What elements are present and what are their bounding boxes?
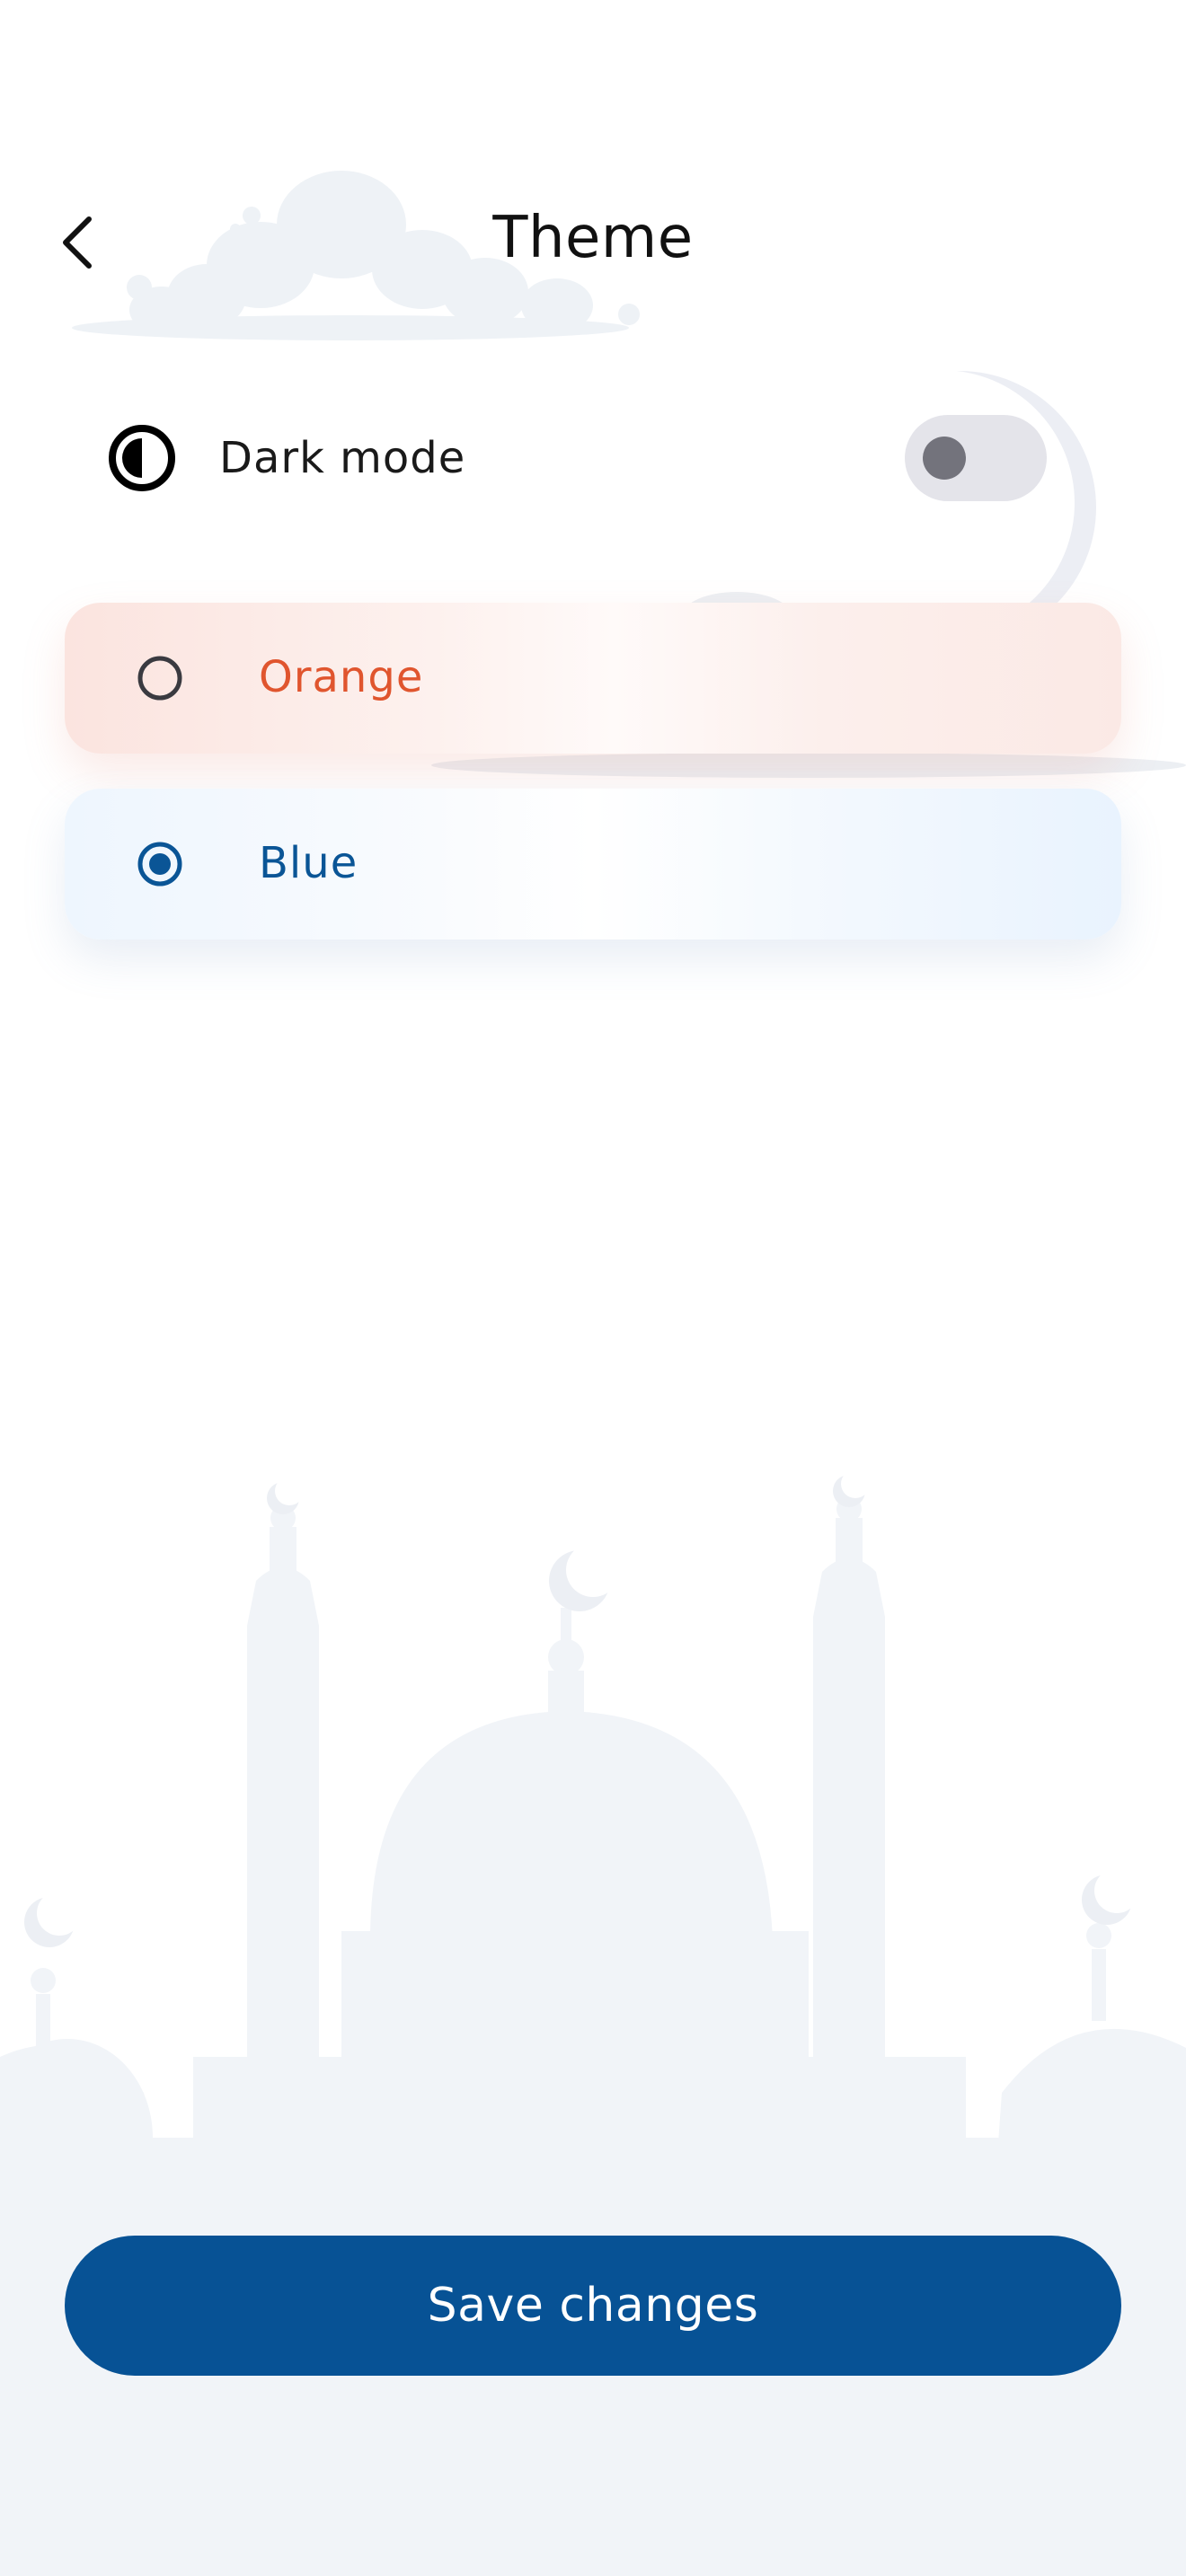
page-title: Theme [492,205,694,271]
header: Theme [0,180,1186,305]
dark-mode-label: Dark mode [219,433,466,483]
theme-option-label: Blue [259,838,358,888]
mosque-silhouette [0,1482,1186,2576]
save-changes-button[interactable]: Save changes [65,2236,1121,2376]
contrast-icon [109,425,175,491]
background-illustration [0,171,1186,2576]
radio-unselected-icon[interactable] [137,655,183,701]
theme-option-blue[interactable]: Blue [65,789,1121,940]
dark-mode-row: Dark mode [65,395,1053,521]
radio-selected-icon[interactable] [137,841,183,887]
dark-mode-toggle[interactable] [905,415,1047,501]
toggle-knob [923,437,966,480]
theme-option-label: Orange [259,652,424,702]
theme-option-orange[interactable]: Orange [65,603,1121,754]
